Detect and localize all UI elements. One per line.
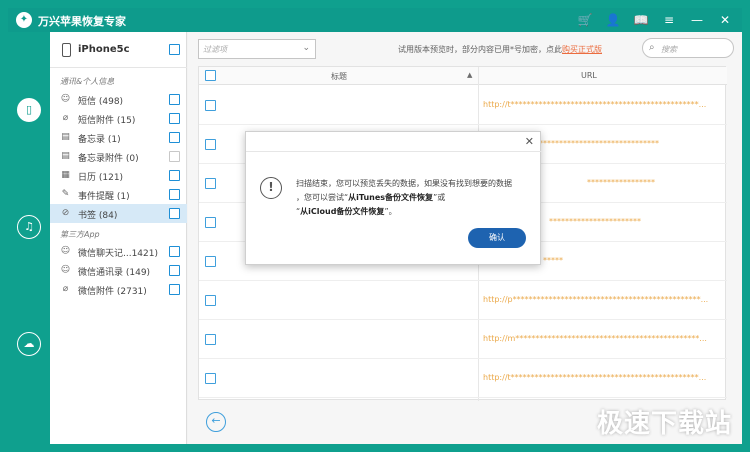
category-label: 短信附件 (15): [78, 116, 136, 126]
dialog-message: 扫描结束，您可以预览丢失的数据，如果没有找到想要的数据 ，您可以尝试“从iTun…: [296, 177, 536, 219]
category-row[interactable]: ▦ 日历 (121): [50, 166, 187, 185]
phone-icon: [62, 43, 71, 57]
category-row[interactable]: ✎ 事件提醒 (1): [50, 185, 187, 204]
notes-attachment-icon: ▤: [61, 151, 70, 161]
category-checkbox[interactable]: [169, 94, 180, 105]
category-row[interactable]: ☺ 微信通讯录 (149): [50, 261, 187, 280]
group-title-personal: 通讯&个人信息: [60, 77, 115, 86]
app-title: 万兴苹果恢复专家: [38, 15, 126, 28]
category-label: 微信附件 (2731): [78, 287, 147, 297]
mode-rail: ▯ ♫ ☁: [8, 32, 50, 444]
category-checkbox[interactable]: [169, 132, 180, 143]
icloud-recovery-icon[interactable]: ☁: [17, 332, 41, 356]
category-label: 微信通讯录 (149): [78, 268, 151, 278]
book-icon[interactable]: 📖: [632, 11, 650, 29]
wechat-attachment-icon: ⌀: [62, 284, 69, 294]
titlebar-controls: 🛒 👤 📖 ≡ — ✕: [576, 11, 734, 29]
category-checkbox[interactable]: [169, 246, 180, 257]
watermark: 极速下载站: [596, 409, 732, 439]
category-checkbox[interactable]: [169, 265, 180, 276]
category-row[interactable]: ☺ 微信聊天记...1421): [50, 242, 187, 261]
dialog-line-3: “从iCloud备份文件恢复”。: [296, 207, 397, 216]
menu-icon[interactable]: ≡: [660, 11, 678, 29]
wechat-contacts-icon: ☺: [60, 265, 71, 275]
user-icon[interactable]: 👤: [604, 11, 622, 29]
dialog-header: ✕: [246, 132, 542, 152]
device-name: iPhone5c: [78, 44, 130, 55]
device-recovery-icon[interactable]: ▯: [17, 98, 41, 122]
category-row-selected[interactable]: ⊘ 书签 (84): [50, 204, 187, 223]
message-icon: ☺: [60, 94, 71, 104]
device-header: iPhone5c: [50, 32, 187, 68]
minimize-icon[interactable]: —: [688, 11, 706, 29]
category-label: 备忘录 (1): [78, 135, 121, 145]
bookmark-icon: ⊘: [61, 208, 70, 218]
category-checkbox[interactable]: [169, 113, 180, 124]
info-icon: !: [260, 177, 282, 199]
dialog-line-2: ，您可以尝试“从iTunes备份文件恢复”或: [296, 193, 446, 202]
title-bar: ✦ 万兴苹果恢复专家 🛒 👤 📖 ≡ — ✕: [8, 8, 742, 32]
wechat-icon: ☺: [60, 246, 71, 256]
category-checkbox[interactable]: [169, 189, 180, 200]
category-row[interactable]: ⌀ 微信附件 (2731): [50, 280, 187, 299]
category-label: 事件提醒 (1): [78, 192, 130, 202]
category-label: 书签 (84): [78, 211, 118, 221]
category-panel: iPhone5c 通讯&个人信息 ☺ 短信 (498) ⌀ 短信附件 (15) …: [50, 32, 187, 444]
group-title-third-party: 第三方App: [60, 230, 100, 239]
confirm-button[interactable]: 确认: [468, 228, 526, 248]
icloud-recover-link[interactable]: 从iCloud备份文件恢复: [300, 207, 384, 216]
category-row[interactable]: ☺ 短信 (498): [50, 90, 187, 109]
close-icon[interactable]: ✕: [716, 11, 734, 29]
category-label: 微信聊天记...1421): [78, 249, 158, 259]
category-label: 备忘录附件 (0): [78, 154, 139, 164]
notes-icon: ▤: [61, 132, 70, 142]
category-label: 日历 (121): [78, 173, 124, 183]
attachment-icon: ⌀: [62, 113, 69, 123]
cart-icon[interactable]: 🛒: [576, 11, 594, 29]
category-row[interactable]: ▤ 备忘录 (1): [50, 128, 187, 147]
dialog-line-1: 扫描结束，您可以预览丢失的数据，如果没有找到想要的数据: [296, 179, 512, 188]
calendar-icon: ▦: [61, 170, 70, 180]
dialog-close-icon[interactable]: ✕: [525, 135, 534, 148]
category-label: 短信 (498): [78, 97, 124, 107]
category-row[interactable]: ▤ 备忘录附件 (0): [50, 147, 187, 166]
app-logo-icon: ✦: [16, 12, 32, 28]
category-row[interactable]: ⌀ 短信附件 (15): [50, 109, 187, 128]
select-all-checkbox[interactable]: [169, 44, 180, 55]
category-checkbox[interactable]: [169, 151, 180, 162]
itunes-recover-link[interactable]: 从iTunes备份文件恢复: [348, 193, 433, 202]
category-checkbox[interactable]: [169, 284, 180, 295]
category-checkbox[interactable]: [169, 170, 180, 181]
category-checkbox[interactable]: [169, 208, 180, 219]
scan-complete-dialog: ✕ ! 扫描结束，您可以预览丢失的数据，如果没有找到想要的数据 ，您可以尝试“从…: [245, 131, 542, 265]
itunes-recovery-icon[interactable]: ♫: [17, 215, 41, 239]
reminder-icon: ✎: [61, 189, 70, 199]
